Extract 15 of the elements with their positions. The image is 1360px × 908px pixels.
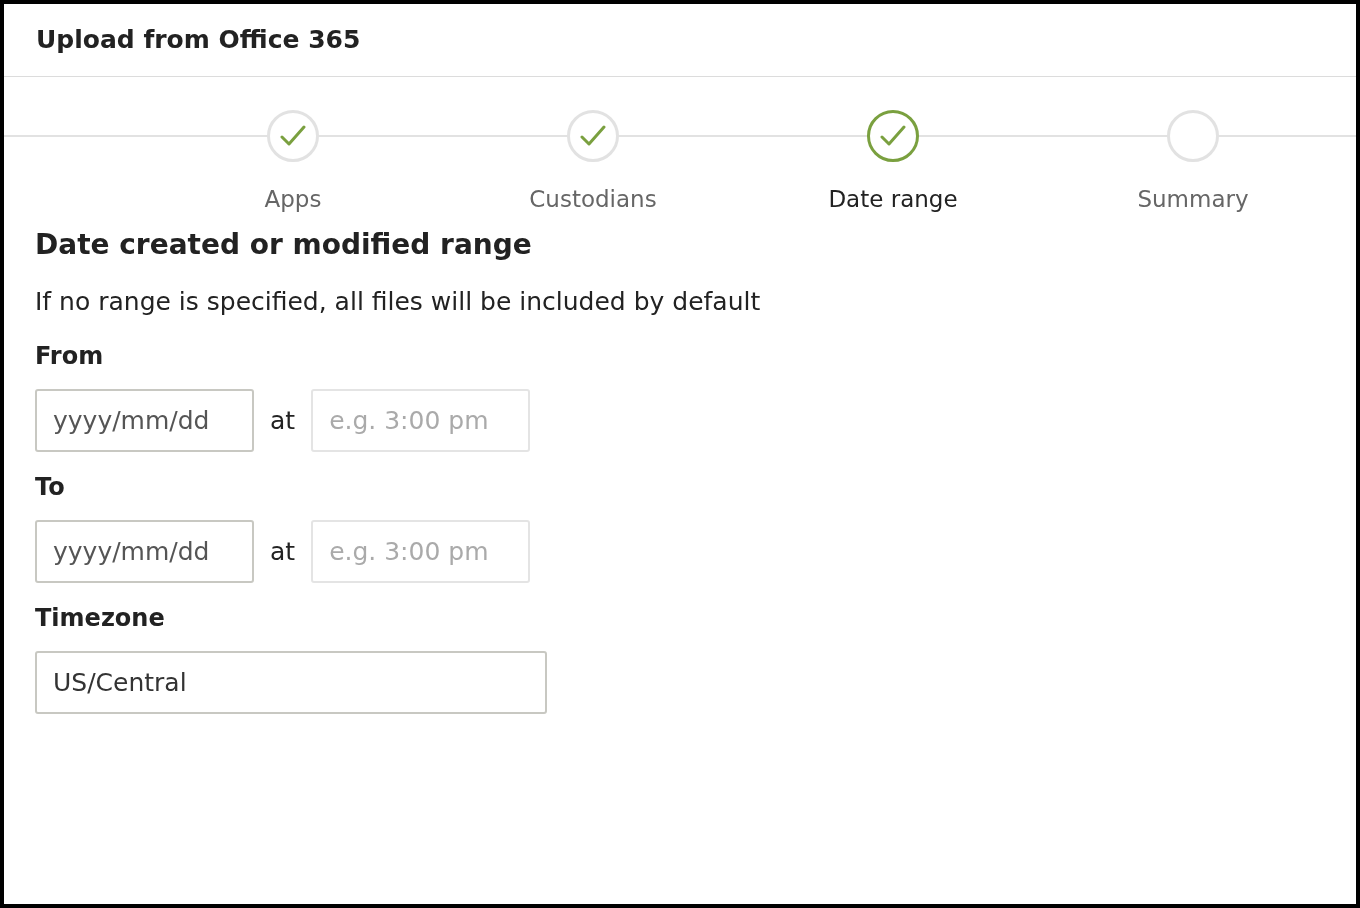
timezone-field[interactable]: US/Central: [35, 651, 547, 714]
section-description: If no range is specified, all files will be included by default: [35, 286, 762, 318]
field-label: Timezone: [35, 603, 166, 634]
dialog-title: Upload from Office 365: [36, 24, 361, 57]
step-label: Summary: [1137, 185, 1249, 214]
date-field[interactable]: yyyy/mm/dd: [35, 520, 254, 583]
date-field[interactable]: yyyy/mm/dd: [35, 389, 254, 452]
connector-text: at: [270, 404, 296, 437]
section-heading: Date created or modified range: [35, 227, 533, 263]
field-label: To: [35, 472, 66, 503]
connector-text: at: [270, 535, 296, 568]
step-label: Custodians: [529, 185, 657, 214]
step-label: Apps: [264, 185, 322, 214]
step-label: Date range: [828, 185, 958, 214]
field-label: From: [35, 341, 105, 372]
